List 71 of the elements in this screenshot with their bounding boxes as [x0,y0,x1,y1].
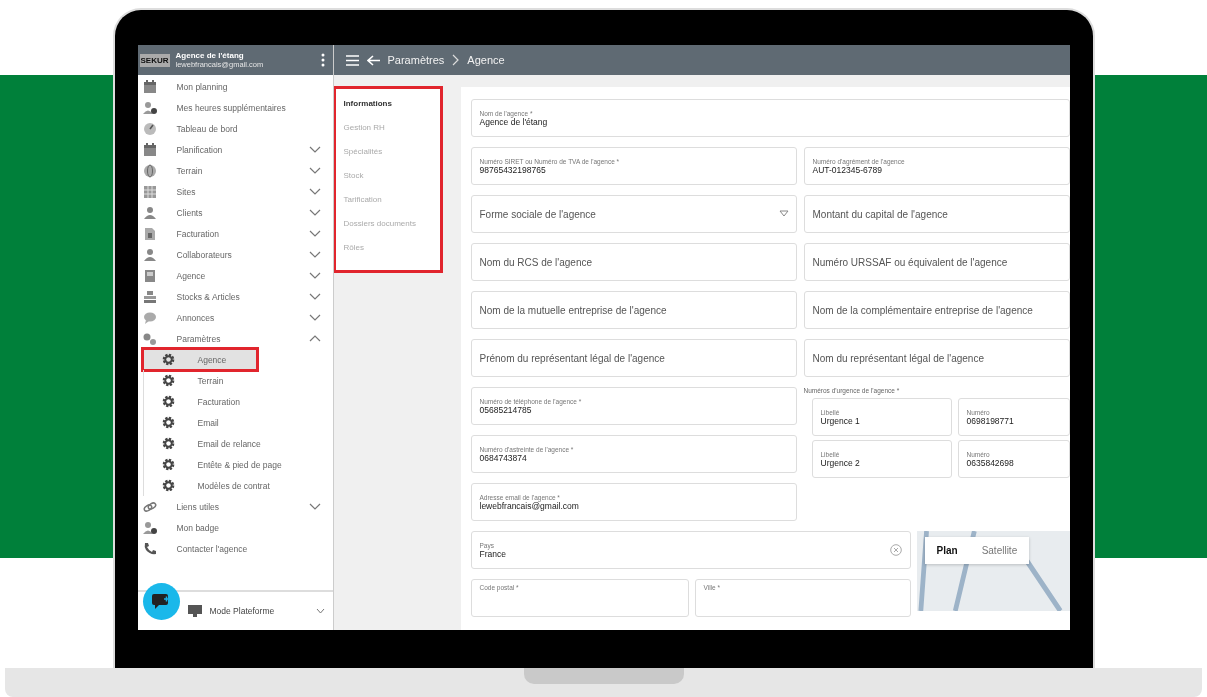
sidebar-item[interactable]: Annonces [137,307,333,328]
gears-icon [142,331,157,346]
boxes-icon [142,289,157,304]
input-field[interactable]: Nom du représentant légal de l'agence [803,339,1070,377]
sidebar-subitem[interactable]: Facturation [142,391,333,412]
sidebar-item[interactable]: Paramètres [137,328,333,349]
input-field[interactable]: Nom de la mutuelle entreprise de l'agence [470,291,797,329]
gear-icon [161,395,175,408]
gauge-icon [142,121,157,136]
input-field[interactable]: Prénom du représentant légal de l'agence [470,339,797,377]
more-icon[interactable] [320,53,325,67]
id-card-icon [142,268,157,283]
calendar-icon [142,142,157,157]
map-type-button[interactable]: Plan [924,537,970,564]
breadcrumb-item: Agence [467,54,505,66]
person-icon [142,205,157,220]
link-icon [142,499,157,514]
calendar-icon [142,79,157,94]
sidebar-item[interactable]: Liens utiles [137,496,333,517]
chat-icon [142,310,157,325]
sidebar-subitem[interactable]: Agence [142,349,257,370]
mode-dropdown[interactable]: Mode Plateforme [187,605,333,617]
sidebar-item[interactable]: Sites [137,181,333,202]
sidebar-item[interactable]: Stocks & Articles [137,286,333,307]
sidebar-item[interactable]: Facturation [137,223,333,244]
sidebar-subitem[interactable]: Email de relance [142,433,333,454]
monitor-icon [187,605,202,617]
sidebar-item[interactable]: Contacter l'agence [137,538,333,559]
gear-icon [161,479,175,492]
gear-icon [161,437,175,450]
sidebar-item[interactable]: Terrain [137,160,333,181]
person-clock-icon [142,520,157,535]
gear-icon [161,416,175,429]
map-type-button[interactable]: Satellite [969,537,1030,564]
chevron-icon [452,54,460,66]
chat-icon [152,594,170,609]
gear-icon [161,374,175,387]
sidebar-item[interactable]: Agence [137,265,333,286]
sidebar-item[interactable]: Clients [137,202,333,223]
sidebar-subitem[interactable]: Email [142,412,333,433]
sidebar-item[interactable]: Tableau de bord [137,118,333,139]
back-arrow-icon[interactable] [366,54,380,66]
sidebar-item[interactable]: Planification [137,139,333,160]
gear-icon [161,458,175,471]
person-icon [142,247,157,262]
document-icon [142,226,157,241]
gear-icon [161,353,175,366]
sidebar-item[interactable]: Mon planning [137,76,333,97]
sidebar-item[interactable]: Mon badge [137,517,333,538]
input-field[interactable]: Montant du capital de l'agence [803,195,1070,233]
agency-name: Agence de l'étang [175,51,245,60]
breadcrumb-item[interactable]: Paramètres [387,54,445,66]
input-field[interactable]: Nom du RCS de l'agence [470,243,797,281]
input-field[interactable]: Numéro URSSAF ou équivalent de l'agence [803,243,1070,281]
phone-icon [142,541,157,556]
menu-icon[interactable] [345,54,359,66]
chat-button[interactable] [142,583,180,620]
sidebar-subitem[interactable]: Modèles de contrat [142,475,333,496]
select-field[interactable]: Forme sociale de l'agence [470,195,797,233]
sidebar-subitem[interactable]: Terrain [142,370,333,391]
sidebar-item[interactable]: Mes heures supplémentaires [137,97,333,118]
input-field[interactable]: Nom de la complémentaire entreprise de l'agence [803,291,1070,329]
person-clock-icon [142,100,157,115]
globe-icon [142,163,157,178]
sidebar-subitem[interactable]: Entête & pied de page [142,454,333,475]
caret-icon [778,210,789,217]
building-icon [142,184,157,199]
caret-icon [315,608,325,614]
logo: SEKUR [139,53,170,67]
section-tab[interactable]: Informations [343,96,440,112]
sidebar-item[interactable]: Collaborateurs [137,244,333,265]
